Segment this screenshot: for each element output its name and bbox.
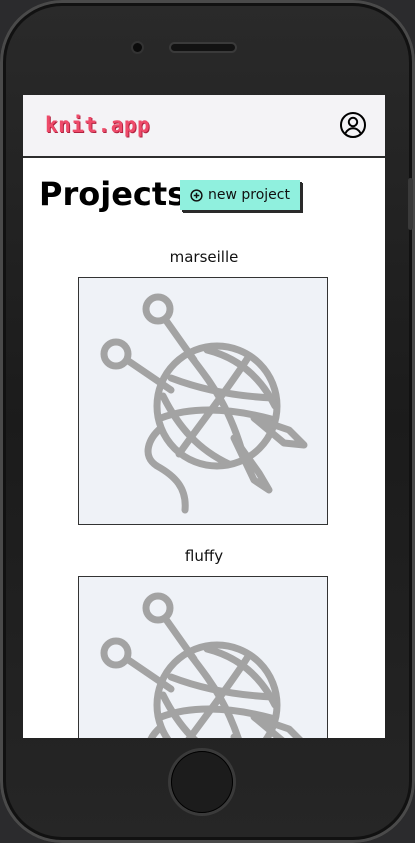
home-button[interactable] [171, 751, 233, 813]
speaker-grille [171, 44, 235, 51]
yarn-ball-placeholder-icon [100, 293, 308, 514]
plus-circle-icon [190, 188, 203, 202]
new-project-button[interactable]: new project [180, 180, 300, 210]
top-navbar: knit.app [23, 95, 385, 158]
project-title[interactable]: fluffy [23, 547, 385, 565]
project-card[interactable] [78, 277, 328, 525]
page-title: Projects [39, 175, 187, 213]
user-circle-icon[interactable] [339, 111, 367, 139]
new-project-label: new project [208, 187, 290, 203]
volume-button [408, 178, 413, 230]
app-logo[interactable]: knit.app [45, 113, 150, 137]
project-title[interactable]: marseille [23, 248, 385, 266]
yarn-ball-placeholder-icon [100, 592, 303, 738]
front-camera [133, 43, 142, 52]
project-card[interactable] [78, 576, 328, 738]
app-screen: knit.app Projects new project marseille [23, 95, 385, 738]
